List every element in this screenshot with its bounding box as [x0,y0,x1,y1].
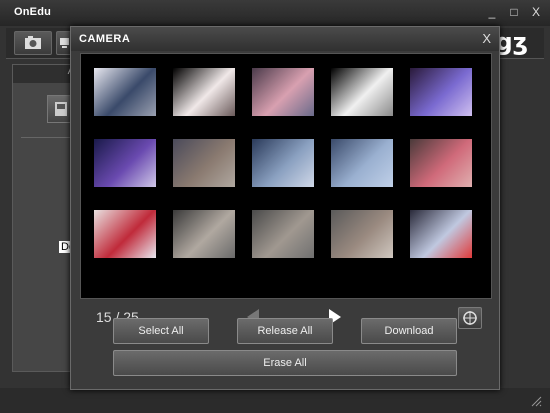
camera-dialog-titlebar: CAMERA X [71,27,499,51]
release-all-button[interactable]: Release All [237,318,333,344]
dialog-close-button[interactable]: X [482,31,491,46]
camera-dialog-title: CAMERA [79,33,131,45]
thumbnail-photo-computer-screen[interactable] [410,210,472,258]
thumbnail-image [94,139,156,187]
resize-grip-icon[interactable] [530,395,542,407]
thumbnail-photo-blossom-night[interactable] [173,68,235,116]
thumbnail-photo-blossom-white[interactable] [331,68,393,116]
thumbnail-photo-pink-trees[interactable] [252,68,314,116]
thumbnail-photo-purple-street[interactable] [94,139,156,187]
monitor-icon [60,38,69,48]
thumbnail-photo-classroom-2[interactable] [252,210,314,258]
camera-icon [25,36,41,49]
target-icon [463,311,477,325]
view-mode-button[interactable] [458,307,482,329]
thumbnail-photo-blue-glow[interactable] [331,139,393,187]
thumbnail-image [410,210,472,258]
thumbnail-gallery [80,53,492,299]
thumbnail-photo-classroom-3[interactable] [331,210,393,258]
maximize-button[interactable]: □ [506,5,522,19]
camera-dialog: CAMERA X 15 / 25 Select All Release All … [70,26,500,390]
left-panel: A De [12,64,78,372]
app-title: OnEdu [14,6,52,18]
brand-logo: gʒ [495,28,528,56]
thumbnail-image [331,139,393,187]
thumbnail-photo-office-people[interactable] [94,68,156,116]
thumbnail-photo-pink-flowers[interactable] [410,139,472,187]
thumbnail-image [94,68,156,116]
thumbnail-photo-blurry-people[interactable] [173,139,235,187]
status-bar [0,388,550,413]
left-panel-header: A [13,65,75,83]
thumbnail-photo-red-flowers[interactable] [94,210,156,258]
minimize-button[interactable]: _ [484,5,500,19]
thumbnail-image [173,68,235,116]
download-button[interactable]: Download [361,318,457,344]
erase-all-button[interactable]: Erase All [113,350,457,376]
thumbnail-image [252,68,314,116]
thumbnail-image [410,139,472,187]
camera-toolbar-button[interactable] [14,31,52,55]
thumbnail-photo-classroom-1[interactable] [173,210,235,258]
thumbnail-image [94,210,156,258]
thumbnail-photo-blue-blur[interactable] [252,139,314,187]
thumbnail-image [252,210,314,258]
select-all-button[interactable]: Select All [113,318,209,344]
thumbnail-image [331,210,393,258]
thumbnail-image [252,139,314,187]
thumbnail-photo-purple-pond[interactable] [410,68,472,116]
thumbnail-image [410,68,472,116]
thumbnail-image [173,210,235,258]
thumbnail-image [173,139,235,187]
left-panel-divider [21,137,75,138]
thumbnail-image [331,68,393,116]
app-titlebar: OnEdu _ □ X [0,0,550,26]
app-window: OnEdu _ □ X gʒ A De [0,0,550,413]
close-button[interactable]: X [528,5,544,19]
